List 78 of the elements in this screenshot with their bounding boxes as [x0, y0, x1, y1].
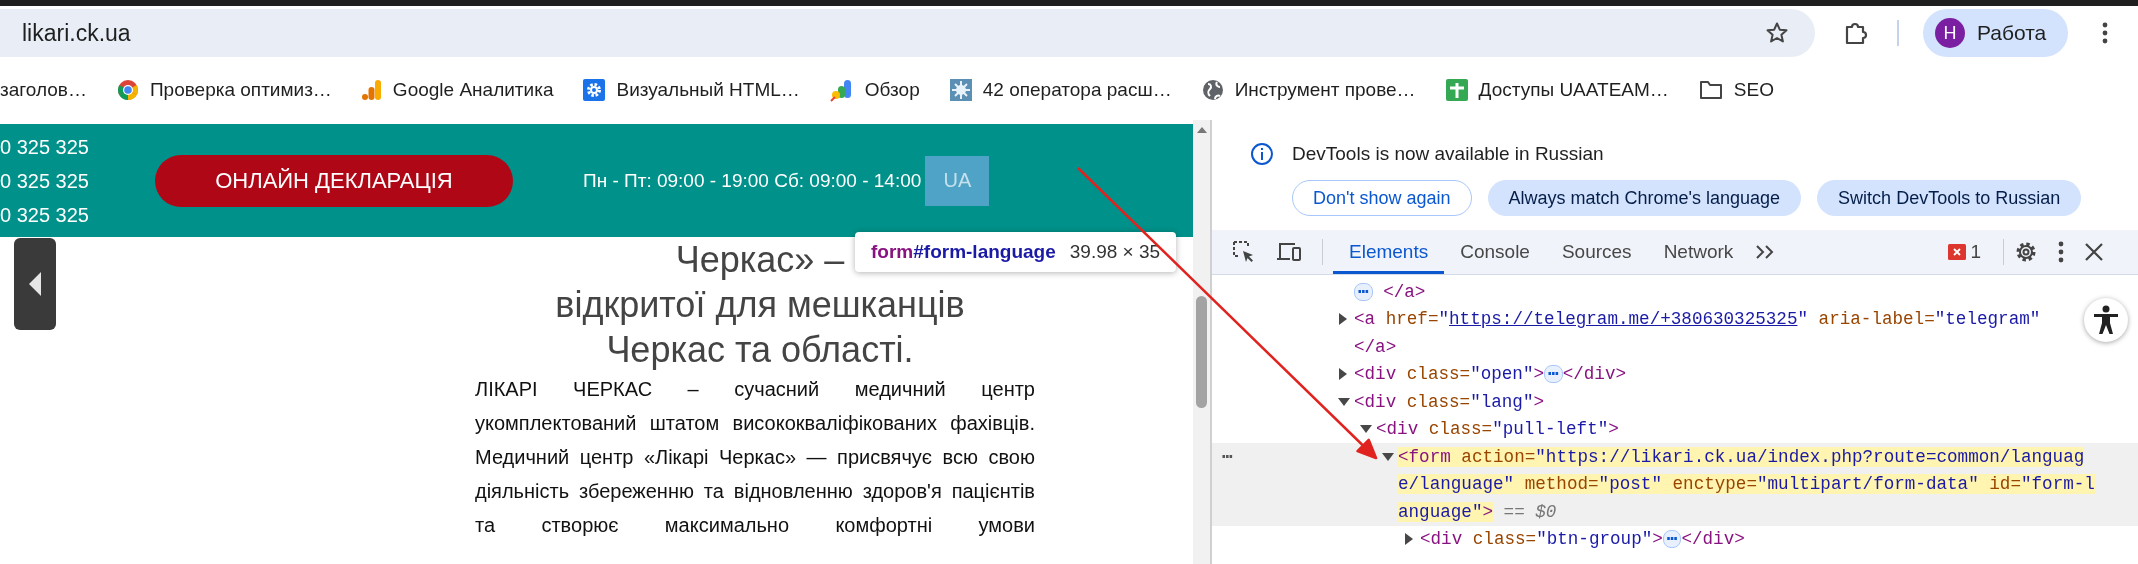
selector-text: form#form-language — [871, 241, 1056, 263]
bookmark[interactable]: Обзор — [829, 78, 920, 102]
bookmark[interactable]: Google Аналитика — [361, 79, 554, 101]
bookmark[interactable]: Инструмент прове… — [1201, 79, 1416, 101]
bookmark-star-icon[interactable] — [1765, 21, 1789, 45]
error-icon[interactable] — [1948, 244, 1967, 260]
up-arrow-icon[interactable] — [1196, 126, 1207, 134]
phone-number[interactable]: 0 325 325 — [0, 197, 89, 232]
collapsed-triangle-icon[interactable] — [1338, 368, 1348, 381]
size-text: 39.98 × 35 — [1069, 241, 1161, 263]
notice-text: DevTools is now available in Russian — [1292, 143, 1604, 165]
code-text: " aria-label="telegram" — [1797, 309, 2041, 330]
inspect-icon[interactable] — [1232, 240, 1256, 264]
profile-button[interactable]: Н Работа — [1923, 9, 2069, 57]
declaration-button[interactable]: ОНЛАЙН ДЕКЛАРАЦІЯ — [155, 154, 513, 207]
bookmark[interactable]: SEO — [1698, 79, 1774, 101]
devtools-tab[interactable]: Sources — [1545, 230, 1648, 274]
paragraph: ЛІКАРІ ЧЕРКАС – сучасний медичний центр укомплектований штатом висококваліфікованих фахівців. — [475, 377, 1035, 436]
heading-line: Черкас» – — [675, 238, 845, 282]
notice-button[interactable]: Don't show again — [1292, 180, 1472, 216]
bookmark[interactable]: заголов… — [0, 79, 87, 101]
device-icon[interactable] — [1276, 240, 1302, 264]
code-text: <div class="btn-group"> ⋯ </div> — [1420, 529, 1745, 550]
code-text: <div class="open"> ⋯ </div> — [1354, 364, 1626, 385]
bookmark[interactable]: Проверка оптимиз… — [116, 79, 332, 101]
code-text: <a href=" — [1354, 309, 1450, 330]
devtools-tab[interactable]: Network — [1647, 230, 1750, 274]
folder-icon — [1698, 80, 1723, 100]
phone-number[interactable]: 0 325 325 — [0, 129, 89, 164]
info-icon — [1250, 142, 1274, 166]
code-text: ⋯ </a> — [1354, 281, 1426, 302]
code-text: <form action="https://likari.ck.ua/index.php?route=common/languag — [1398, 446, 2085, 467]
row-menu-dots[interactable]: ⋯ — [1222, 447, 1233, 468]
person-icon — [2092, 305, 2120, 335]
opening-hours: Пн - Пт: 09:00 - 19:00 Сб: 09:00 - 14:00 — [583, 169, 922, 192]
expanded-triangle-icon[interactable] — [1338, 396, 1350, 407]
paragraph: Медичний центр «Лікарі Черкас» — присвячує всю свою діяльність збереженню та відновленню здоров'я пацієнтів та створює максимально комфортні умови — [475, 445, 1035, 538]
bookmark[interactable]: 42 оператора расш… — [949, 79, 1172, 101]
puzzle-icon[interactable] — [1843, 20, 1869, 46]
code-text: <div class="lang"> — [1354, 391, 1545, 412]
left-triangle-icon — [28, 271, 42, 297]
code-link[interactable]: https://telegram.me/+380630325325 — [1449, 309, 1798, 330]
menu-icon[interactable] — [2102, 22, 2109, 44]
expanded-triangle-icon[interactable] — [1360, 424, 1372, 435]
globe-icon — [1201, 79, 1224, 101]
previous-slide-button[interactable] — [14, 238, 56, 330]
gear-icon — [583, 79, 606, 101]
code-text: anguage"> == $0 — [1398, 501, 1557, 522]
error-count[interactable]: 1 — [1970, 241, 1981, 263]
splash-icon — [949, 79, 972, 101]
bookmark[interactable]: Доступы UAATEAM… — [1445, 79, 1669, 101]
devtools-tab[interactable]: Elements — [1333, 230, 1445, 274]
accessibility-button[interactable] — [2084, 298, 2128, 342]
code-text: e/language" method="post" enctype="multipart/form-data" id="form-l — [1398, 474, 2095, 495]
expanded-triangle-icon[interactable] — [1382, 451, 1394, 462]
close-icon[interactable] — [2084, 242, 2104, 262]
address-bar[interactable]: likari.ck.ua — [0, 9, 1815, 57]
devtools-tab[interactable]: Console — [1444, 230, 1546, 274]
url-text: likari.ck.ua — [22, 19, 132, 47]
settings-icon[interactable] — [2014, 240, 2038, 264]
bookmark[interactable]: Визуальный HTML… — [583, 79, 800, 101]
collapsed-triangle-icon[interactable] — [1338, 313, 1348, 326]
plus-sheet-icon — [1445, 79, 1468, 101]
code-text: <div class="pull-left"> — [1376, 419, 1619, 440]
heading-line: Черкас та області. — [606, 328, 914, 372]
phone-number[interactable]: 0 325 325 — [0, 163, 89, 198]
scrollbar-thumb[interactable] — [1196, 296, 1207, 408]
ring-logo-icon — [116, 79, 139, 101]
notice-button[interactable]: Always match Chrome's language — [1487, 180, 1802, 216]
code-text: </a> — [1354, 336, 1397, 357]
chart-logo-icon — [829, 78, 854, 102]
heading-line: відкритої для мешканців — [555, 283, 965, 327]
notice-button[interactable]: Switch DevTools to Russian — [1817, 180, 2082, 216]
collapsed-triangle-icon[interactable] — [1404, 533, 1414, 546]
more-tabs-icon[interactable] — [1755, 244, 1776, 260]
scrollbar[interactable] — [1193, 120, 1210, 564]
menu-icon[interactable] — [2058, 241, 2064, 263]
bar-chart-icon — [361, 79, 382, 101]
